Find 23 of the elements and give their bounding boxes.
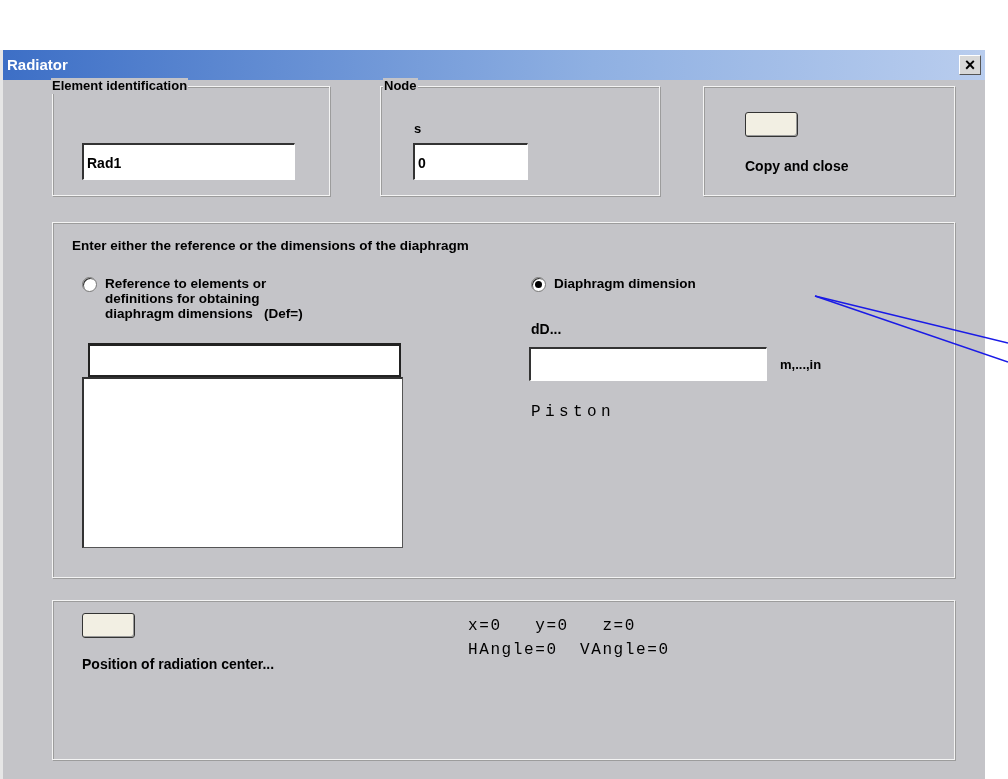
button-label: Copy and close [745, 158, 849, 174]
copy-button[interactable] [745, 112, 798, 137]
input-field[interactable] [88, 343, 401, 378]
input-field[interactable]: Rad1 [82, 143, 295, 180]
unit-label: m,...,in [780, 355, 822, 374]
field-label: s [414, 121, 422, 136]
radio-label: Reference to elements or definitions for obtaining diaphragm dimensions (Def=) [105, 276, 303, 322]
instruction-text: Enter either the reference or the dimensions of the diaphragm [72, 238, 469, 253]
radio-label: Diaphragm dimension [554, 276, 696, 292]
radio-button[interactable] [531, 277, 546, 293]
button-label: Position of radiation center... [82, 656, 275, 672]
shape-text: Piston [531, 403, 615, 422]
position-button[interactable] [82, 613, 135, 638]
coordinate-text: HAngle=0 VAngle=0 [468, 641, 670, 659]
group-label: Element identification [51, 78, 189, 94]
coordinate-text: x=0 y=0 z=0 [468, 617, 637, 635]
input-field[interactable] [529, 347, 767, 382]
input-field[interactable]: 0 [413, 143, 528, 180]
field-label: dD... [531, 321, 562, 338]
radio-button[interactable] [82, 277, 97, 293]
list-box[interactable] [82, 377, 403, 549]
close-button[interactable]: × [959, 55, 981, 75]
window-title: Radiator [7, 54, 68, 75]
